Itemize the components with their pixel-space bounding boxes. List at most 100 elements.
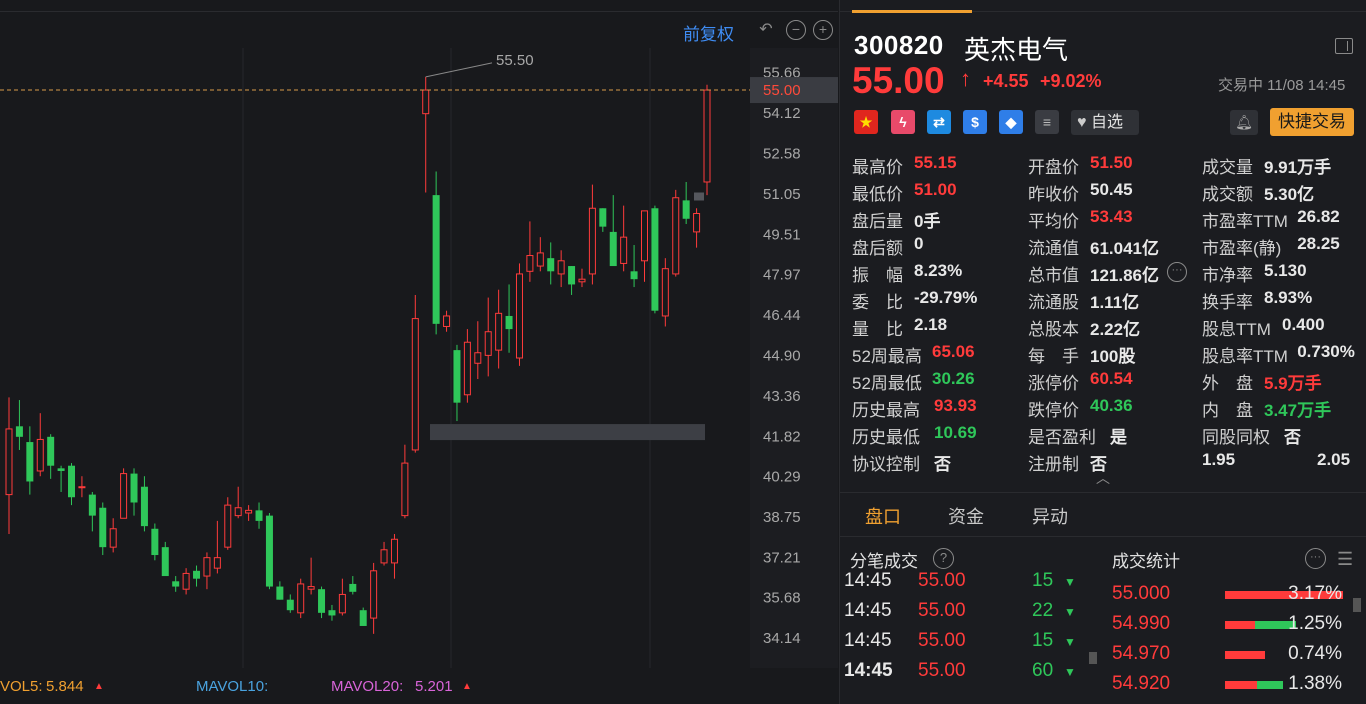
more-icon[interactable]: ···: [1167, 262, 1187, 282]
more-icon[interactable]: ···: [1305, 548, 1326, 569]
price-tick-label: 43.36: [763, 388, 801, 405]
quote-value: 51.50: [1090, 153, 1133, 172]
candle-body-down: [151, 528, 159, 556]
panel-layout-icon[interactable]: [1335, 38, 1353, 54]
candle-body-up: [672, 197, 680, 275]
price-change: +4.55: [983, 71, 1029, 91]
quote-label: 市盈率(静): [1202, 239, 1282, 258]
candle-body-up: [443, 315, 451, 327]
candle-body-up: [390, 538, 398, 564]
quote-label: 跌停价: [1028, 401, 1079, 420]
tab-capital[interactable]: 资金: [948, 503, 984, 529]
note-icon[interactable]: ≡: [1035, 110, 1059, 134]
price-change-pct: +9.02%: [1040, 71, 1102, 91]
quote-value: 121.86亿: [1090, 266, 1159, 285]
china-flag-icon[interactable]: ★: [854, 110, 878, 134]
candle-body-up: [463, 341, 471, 396]
quote-value: 2.18: [914, 315, 948, 334]
stat-row: 55.000 3.17%: [1112, 583, 1352, 613]
high-annotation-label: 55.50: [496, 52, 534, 69]
quote-label: 总股本: [1028, 320, 1079, 339]
price-tick-label: 44.90: [763, 347, 801, 364]
mavol10-label: MAVOL10:: [196, 678, 269, 695]
candle-body-up: [338, 593, 346, 614]
quote-value: 5.130: [1264, 261, 1307, 280]
add-watchlist-button[interactable]: ♥ 自选: [1071, 110, 1139, 135]
dollar-icon[interactable]: $: [963, 110, 987, 134]
price-zone-band: [430, 424, 705, 441]
quote-label: 平均价: [1028, 212, 1079, 231]
candle-body-down: [328, 610, 336, 616]
candle-body-down: [172, 581, 180, 587]
candle-body-up: [703, 89, 711, 183]
stats-scrollbar[interactable]: [1353, 598, 1361, 612]
stock-connect-icon[interactable]: ⇄: [927, 110, 951, 134]
bell-icon[interactable]: 🔔︎: [1230, 110, 1258, 135]
quote-label: 盘后额: [852, 239, 903, 258]
candle-body-up: [203, 557, 211, 577]
ticks-scrollbar[interactable]: [1089, 652, 1097, 664]
quote-value: 8.93%: [1264, 288, 1313, 307]
price-tick-label: 37.21: [763, 549, 801, 566]
quote-label: 是否盈利: [1028, 428, 1096, 447]
tick-price: 55.00: [918, 570, 966, 591]
high-annotation-line: [425, 62, 493, 78]
list-icon[interactable]: ☰: [1337, 549, 1353, 570]
tick-price: 55.00: [918, 600, 966, 621]
candle-body-up: [557, 260, 565, 275]
mavol20-value: 5.201: [415, 678, 453, 695]
candle-body-down: [26, 442, 34, 482]
tick-volume: 60: [1032, 660, 1054, 681]
help-icon[interactable]: ?: [933, 548, 954, 569]
candle-body-up: [234, 507, 242, 517]
candle-body-down: [99, 507, 107, 548]
vol5-label: VOL5:: [0, 678, 43, 695]
quote-label: 最高价: [852, 158, 903, 177]
price-tick-label: 52.58: [763, 146, 801, 163]
price-tick-label: 46.44: [763, 307, 801, 324]
margin-trading-icon[interactable]: ϟ: [891, 110, 915, 134]
candle-body-up: [661, 268, 669, 317]
candle-body-down: [88, 494, 96, 516]
chevron-up-icon[interactable]: ︿: [1096, 468, 1110, 488]
tick-row: 14:45 55.00 15 ▼: [844, 570, 1089, 600]
quote-label: 同股同权: [1202, 428, 1270, 447]
arrow-up-icon: ↑: [960, 66, 971, 91]
quote-value: 否: [934, 455, 951, 474]
cursor-marker: [694, 192, 704, 201]
kline-chart-panel[interactable]: 前复权 ↶ − + 55.66 54.12 52.58 51.05 49.51 47.97…: [0, 0, 838, 704]
quote-label: 涨停价: [1028, 374, 1079, 393]
detail-tabs: 盘口 资金 异动: [840, 492, 1366, 537]
candle-body-up: [640, 210, 648, 262]
candle-body-down: [359, 610, 367, 626]
quote-label: 盘后量: [852, 212, 903, 231]
quote-label: 流通值: [1028, 239, 1079, 258]
tick-volume: 15: [1032, 630, 1054, 651]
tab-anomaly[interactable]: 异动: [1032, 503, 1068, 529]
price-tick-label: 35.68: [763, 590, 801, 607]
candle-body-up: [693, 213, 701, 233]
quick-trade-button[interactable]: 快捷交易: [1270, 108, 1354, 136]
quote-value: 0.400: [1282, 315, 1325, 334]
quote-label: 外 盘: [1202, 374, 1253, 393]
quote-label: 市盈率TTM: [1202, 212, 1288, 231]
quote-label: 量 比: [852, 320, 903, 339]
quote-value: 100股: [1090, 347, 1136, 366]
quote-value: 是: [1110, 428, 1127, 447]
quote-label: 流通股: [1028, 293, 1079, 312]
candle-body-up: [182, 572, 190, 590]
quote-label: 历史最低: [852, 428, 920, 447]
quote-label: 协议控制: [852, 455, 920, 474]
candle-body-down: [68, 465, 76, 498]
mavol20-up-icon: ▲: [462, 681, 472, 692]
stat-price: 55.000: [1112, 583, 1171, 604]
quote-value: 60.54: [1090, 369, 1133, 388]
candle-body-up: [620, 236, 628, 264]
tick-volume: 22: [1032, 600, 1054, 621]
quote-value: 1.11亿: [1090, 293, 1140, 312]
tag-icon[interactable]: ◆: [999, 110, 1023, 134]
quote-value: 53.43: [1090, 207, 1133, 226]
tab-pankou[interactable]: 盘口: [865, 503, 901, 529]
candlestick-chart[interactable]: 55.6654.1252.5851.0549.5147.9746.4444.90…: [0, 0, 838, 672]
sell-arrow-icon: ▼: [1064, 605, 1076, 619]
